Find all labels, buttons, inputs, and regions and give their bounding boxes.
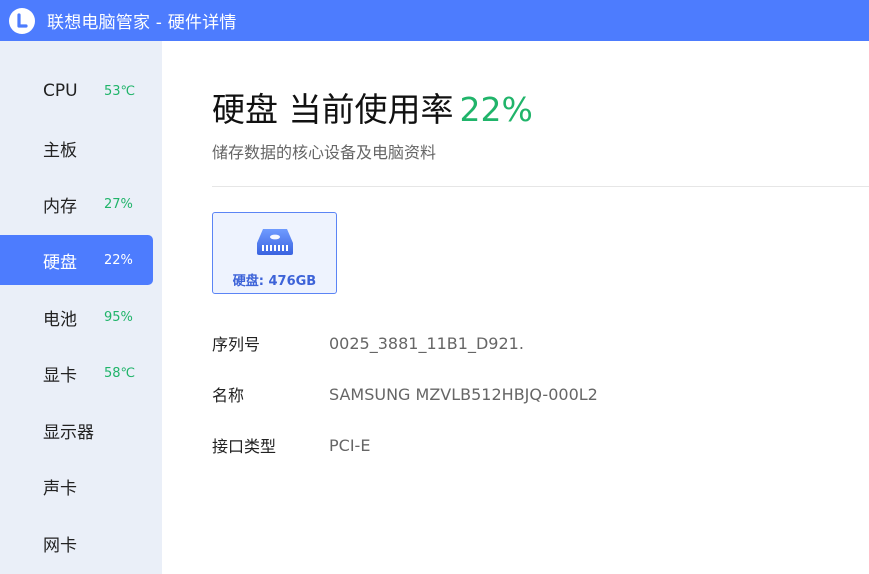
sidebar-item-label: 硬盘 (43, 252, 77, 273)
detail-value: SAMSUNG MZVLB512HBJQ-000L2 (329, 384, 598, 404)
sidebar-item-value: 58℃ (104, 365, 136, 381)
sidebar-item-label: CPU (43, 81, 78, 101)
detail-value: 0025_3881_11B1_D921. (329, 333, 524, 353)
main-panel: 硬盘 当前使用率 22% 储存数据的核心设备及电脑资料 硬盘: 476GB 序列… (162, 41, 869, 574)
hard-drive-icon (257, 229, 293, 255)
detail-row-name: 名称 SAMSUNG MZVLB512HBJQ-000L2 (212, 382, 598, 406)
sidebar-item-label: 显示器 (43, 422, 94, 443)
sidebar-item-battery[interactable]: 电池 95% (0, 292, 153, 342)
detail-key: 接口类型 (212, 437, 277, 456)
sidebar-item-display[interactable]: 显示器 (0, 405, 153, 455)
page-title-text: 硬盘 当前使用率 (212, 90, 454, 129)
sidebar: CPU 53℃ 主板 内存 27% 硬盘 22% 电池 95% 显卡 58℃ 显… (0, 41, 162, 574)
sidebar-item-network-card[interactable]: 网卡 (0, 518, 153, 568)
page-title: 硬盘 当前使用率 22% (212, 83, 533, 131)
sidebar-item-motherboard[interactable]: 主板 (0, 123, 153, 173)
sidebar-item-label: 内存 (43, 196, 77, 217)
sidebar-item-sound-card[interactable]: 声卡 (0, 461, 153, 511)
window-title: 联想电脑管家 - 硬件详情 (47, 13, 237, 33)
sidebar-item-label: 主板 (43, 140, 77, 161)
sidebar-item-disk[interactable]: 硬盘 22% (0, 235, 153, 285)
sidebar-item-value: 27% (104, 196, 133, 212)
sidebar-item-label: 电池 (43, 309, 77, 330)
sidebar-item-value: 53℃ (104, 83, 136, 99)
detail-key: 名称 (212, 386, 245, 405)
title-bar: 联想电脑管家 - 硬件详情 (0, 0, 869, 41)
divider (212, 186, 869, 187)
lenovo-logo-icon (9, 7, 35, 34)
hardware-details-window: 联想电脑管家 - 硬件详情 CPU 53℃ 主板 内存 27% 硬盘 22% 电… (0, 0, 869, 574)
sidebar-item-label: 网卡 (43, 535, 77, 556)
sidebar-item-memory[interactable]: 内存 27% (0, 179, 153, 229)
sidebar-item-cpu[interactable]: CPU 53℃ (0, 66, 153, 116)
disk-usage-value: 22% (459, 90, 533, 129)
sidebar-item-value: 95% (104, 309, 133, 325)
sidebar-item-label: 显卡 (43, 365, 77, 386)
sidebar-item-value: 22% (104, 252, 133, 268)
sidebar-item-gpu[interactable]: 显卡 58℃ (0, 348, 153, 398)
detail-value: PCI-E (329, 435, 371, 455)
disk-card[interactable]: 硬盘: 476GB (212, 212, 337, 294)
sidebar-item-label: 声卡 (43, 478, 77, 499)
disk-card-label: 硬盘: 476GB (232, 274, 317, 289)
detail-row-interface: 接口类型 PCI-E (212, 433, 370, 457)
page-subtitle: 储存数据的核心设备及电脑资料 (212, 143, 437, 162)
detail-row-serial: 序列号 0025_3881_11B1_D921. (212, 331, 524, 355)
detail-key: 序列号 (212, 335, 261, 354)
